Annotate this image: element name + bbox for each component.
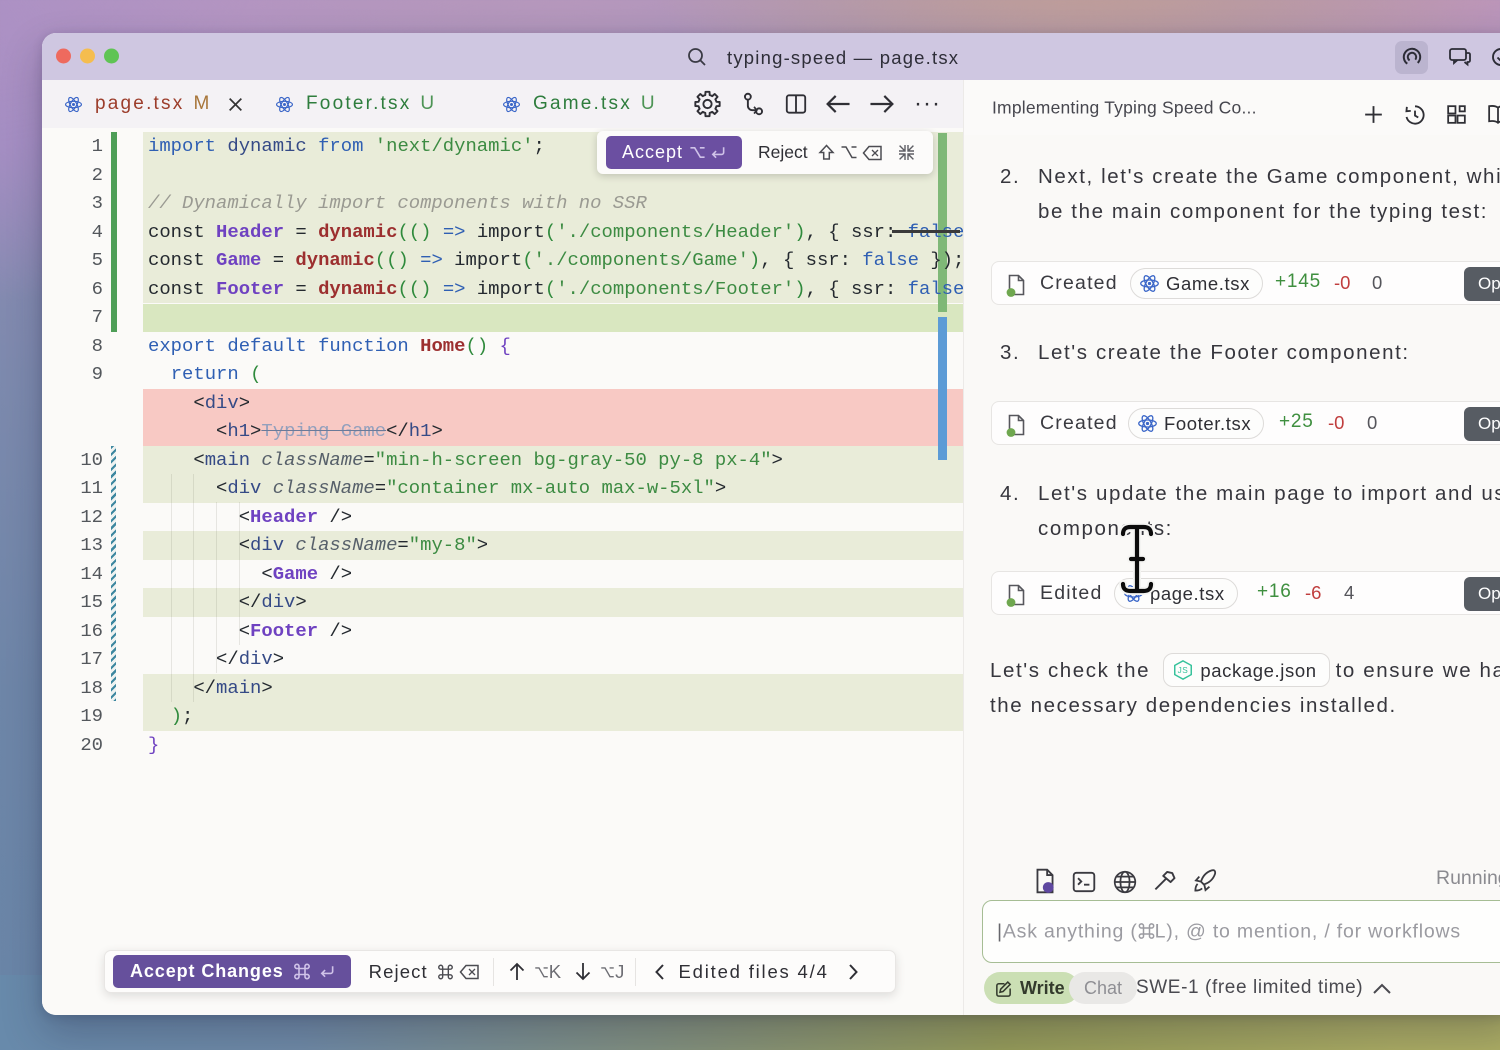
svg-text:JS: JS (1178, 666, 1189, 675)
